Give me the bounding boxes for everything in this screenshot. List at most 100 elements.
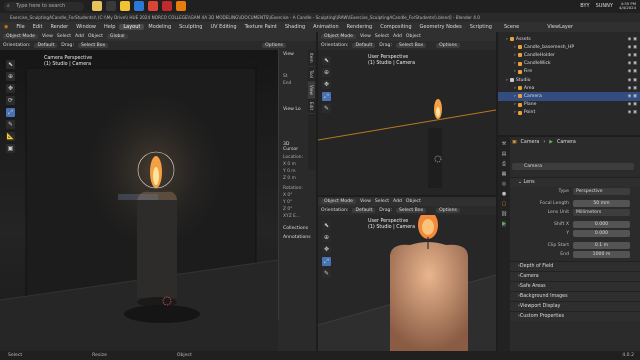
- tr-menu-object[interactable]: Object: [406, 34, 421, 39]
- clip-start-prop-field[interactable]: 0.1 m: [573, 242, 630, 249]
- render-tab-icon[interactable]: ▤: [502, 151, 507, 157]
- ntab-tool[interactable]: Tool: [308, 67, 315, 82]
- collapsed-panel-header[interactable]: › Safe Areas: [510, 281, 640, 291]
- tr-menu-select[interactable]: Select: [375, 34, 389, 39]
- options-button[interactable]: Options: [262, 43, 286, 48]
- ntab-view[interactable]: View: [308, 81, 315, 99]
- transform-orientation[interactable]: Global: [106, 34, 128, 39]
- tab-modeling[interactable]: Modeling: [144, 24, 175, 30]
- collapsed-panel-header[interactable]: › Custom Properties: [510, 311, 640, 321]
- br-scale-tool-icon[interactable]: ⤢: [322, 257, 331, 266]
- cursor-z[interactable]: Z 0 m: [279, 175, 308, 182]
- visibility-icon[interactable]: ◉ ▣: [628, 86, 637, 91]
- weather-icon[interactable]: [92, 1, 102, 11]
- unit-select[interactable]: Millimeters: [573, 209, 630, 216]
- outliner-row[interactable]: › Fire ◉ ▣: [498, 68, 640, 76]
- outliner-row[interactable]: › Studio ◉ ▣: [498, 76, 640, 84]
- menu-select[interactable]: Select: [57, 34, 71, 39]
- tr-move-tool-icon[interactable]: ✥: [322, 80, 331, 89]
- tr-menu-view[interactable]: View: [360, 34, 371, 39]
- outliner-row[interactable]: › Point ◉ ▣: [498, 109, 640, 117]
- mode-select[interactable]: Object Mode: [3, 34, 38, 39]
- output-tab-icon[interactable]: ⎙: [502, 161, 506, 167]
- shiftx-field[interactable]: 0.000: [573, 221, 630, 228]
- br-menu-select[interactable]: Select: [375, 199, 389, 204]
- cursor-x[interactable]: X 0 m: [279, 161, 308, 168]
- viewport-top-right[interactable]: Object Mode View Select Add Object Orien…: [318, 32, 496, 195]
- chevron-right-icon[interactable]: ›: [514, 102, 516, 107]
- br-drag-select[interactable]: Select Box: [396, 208, 427, 213]
- chevron-right-icon[interactable]: ›: [514, 53, 516, 58]
- blender-icon[interactable]: [176, 1, 186, 11]
- cursor-rz[interactable]: Z 0°: [279, 206, 308, 213]
- tool-tab-icon[interactable]: ⚒: [502, 141, 506, 147]
- tr-menu-add[interactable]: Add: [393, 34, 402, 39]
- chevron-right-icon[interactable]: ›: [514, 69, 516, 74]
- outliner-row[interactable]: › CandleHolder ◉ ▣: [498, 51, 640, 59]
- visibility-icon[interactable]: ◉ ▣: [628, 69, 637, 74]
- menu-edit[interactable]: Edit: [29, 24, 47, 30]
- tr-cursor-tool-icon[interactable]: ⊕: [322, 68, 331, 77]
- tab-sculpting[interactable]: Sculpting: [175, 24, 206, 30]
- measure-tool-icon[interactable]: 📐: [6, 132, 15, 141]
- br-annotate-tool-icon[interactable]: ✎: [322, 269, 331, 278]
- ntab-item[interactable]: Item: [308, 50, 315, 67]
- tr-scale-tool-icon[interactable]: ⤢: [322, 92, 331, 101]
- cursor-y[interactable]: Y 0 m: [279, 168, 308, 175]
- tr-mode-select[interactable]: Object Mode: [321, 34, 356, 39]
- cursor-rotation-mode[interactable]: XYZ E...: [279, 213, 308, 220]
- tr-drag-select[interactable]: Select Box: [396, 43, 427, 48]
- br-cursor-tool-icon[interactable]: ⊕: [322, 233, 331, 242]
- object-tab-icon[interactable]: ▢: [502, 201, 507, 207]
- chevron-right-icon[interactable]: ›: [514, 45, 516, 50]
- cursor-ry[interactable]: Y 0°: [279, 199, 308, 206]
- visibility-icon[interactable]: ◉ ▣: [628, 37, 637, 42]
- visibility-icon[interactable]: ◉ ▣: [628, 53, 637, 58]
- tab-geometry-nodes[interactable]: Geometry Nodes: [416, 24, 466, 30]
- menu-object[interactable]: Object: [88, 34, 103, 39]
- chevron-right-icon[interactable]: ›: [514, 110, 516, 115]
- camera-data-tab-icon[interactable]: ▶: [502, 221, 506, 227]
- tr-annotate-tool-icon[interactable]: ✎: [322, 104, 331, 113]
- orientation-select[interactable]: Default: [34, 43, 58, 48]
- visibility-icon[interactable]: ◉ ▣: [628, 102, 637, 107]
- menu-help[interactable]: Help: [100, 24, 119, 30]
- npanel-cursor-header[interactable]: 3D Cursor: [279, 140, 308, 154]
- view-layer-tab-icon[interactable]: ▦: [502, 171, 507, 177]
- br-menu-object[interactable]: Object: [406, 199, 421, 204]
- visibility-icon[interactable]: ◉ ▣: [628, 61, 637, 66]
- br-orientation-select[interactable]: Default: [352, 208, 376, 213]
- menu-render[interactable]: Render: [46, 24, 72, 30]
- tab-compositing[interactable]: Compositing: [376, 24, 415, 30]
- tweak-tool-icon[interactable]: ⬉: [6, 60, 15, 69]
- npanel-annotations[interactable]: Annotations: [279, 233, 311, 242]
- menu-file[interactable]: File: [12, 24, 28, 30]
- tab-scripting[interactable]: Scripting: [466, 24, 496, 30]
- visibility-icon[interactable]: ◉ ▣: [628, 45, 637, 50]
- br-move-tool-icon[interactable]: ✥: [322, 245, 331, 254]
- collapsed-panel-header[interactable]: › Background Images: [510, 291, 640, 301]
- chevron-right-icon[interactable]: ›: [506, 37, 508, 42]
- visibility-icon[interactable]: ◉ ▣: [628, 94, 637, 99]
- br-menu-add[interactable]: Add: [393, 199, 402, 204]
- menu-view[interactable]: View: [42, 34, 53, 39]
- outliner-row[interactable]: › Plane ◉ ▣: [498, 101, 640, 109]
- tab-uv-editing[interactable]: UV Editing: [206, 24, 240, 30]
- os-search-box[interactable]: ⌕ Type here to search: [4, 2, 84, 11]
- tab-rendering[interactable]: Rendering: [343, 24, 377, 30]
- rotate-tool-icon[interactable]: ⟳: [6, 96, 15, 105]
- tr-options-button[interactable]: Options: [436, 43, 460, 48]
- npanel-view-lock[interactable]: View Lo: [279, 105, 308, 114]
- move-tool-icon[interactable]: ✥: [6, 84, 15, 93]
- edge-icon[interactable]: [134, 1, 144, 11]
- annotate-tool-icon[interactable]: ✎: [6, 120, 15, 129]
- ntab-edit[interactable]: Edit: [308, 99, 315, 114]
- scene-label[interactable]: Scene: [500, 24, 523, 30]
- clock[interactable]: 4:55 PM 4/4/2024: [619, 1, 636, 10]
- collapsed-panel-header[interactable]: › Viewport Display: [510, 301, 640, 311]
- menu-add[interactable]: Add: [75, 34, 84, 39]
- tab-animation[interactable]: Animation: [309, 24, 343, 30]
- npanel-collections[interactable]: Collections: [279, 224, 308, 233]
- drag-select[interactable]: Select Box: [78, 43, 109, 48]
- visibility-icon[interactable]: ◉ ▣: [628, 78, 637, 83]
